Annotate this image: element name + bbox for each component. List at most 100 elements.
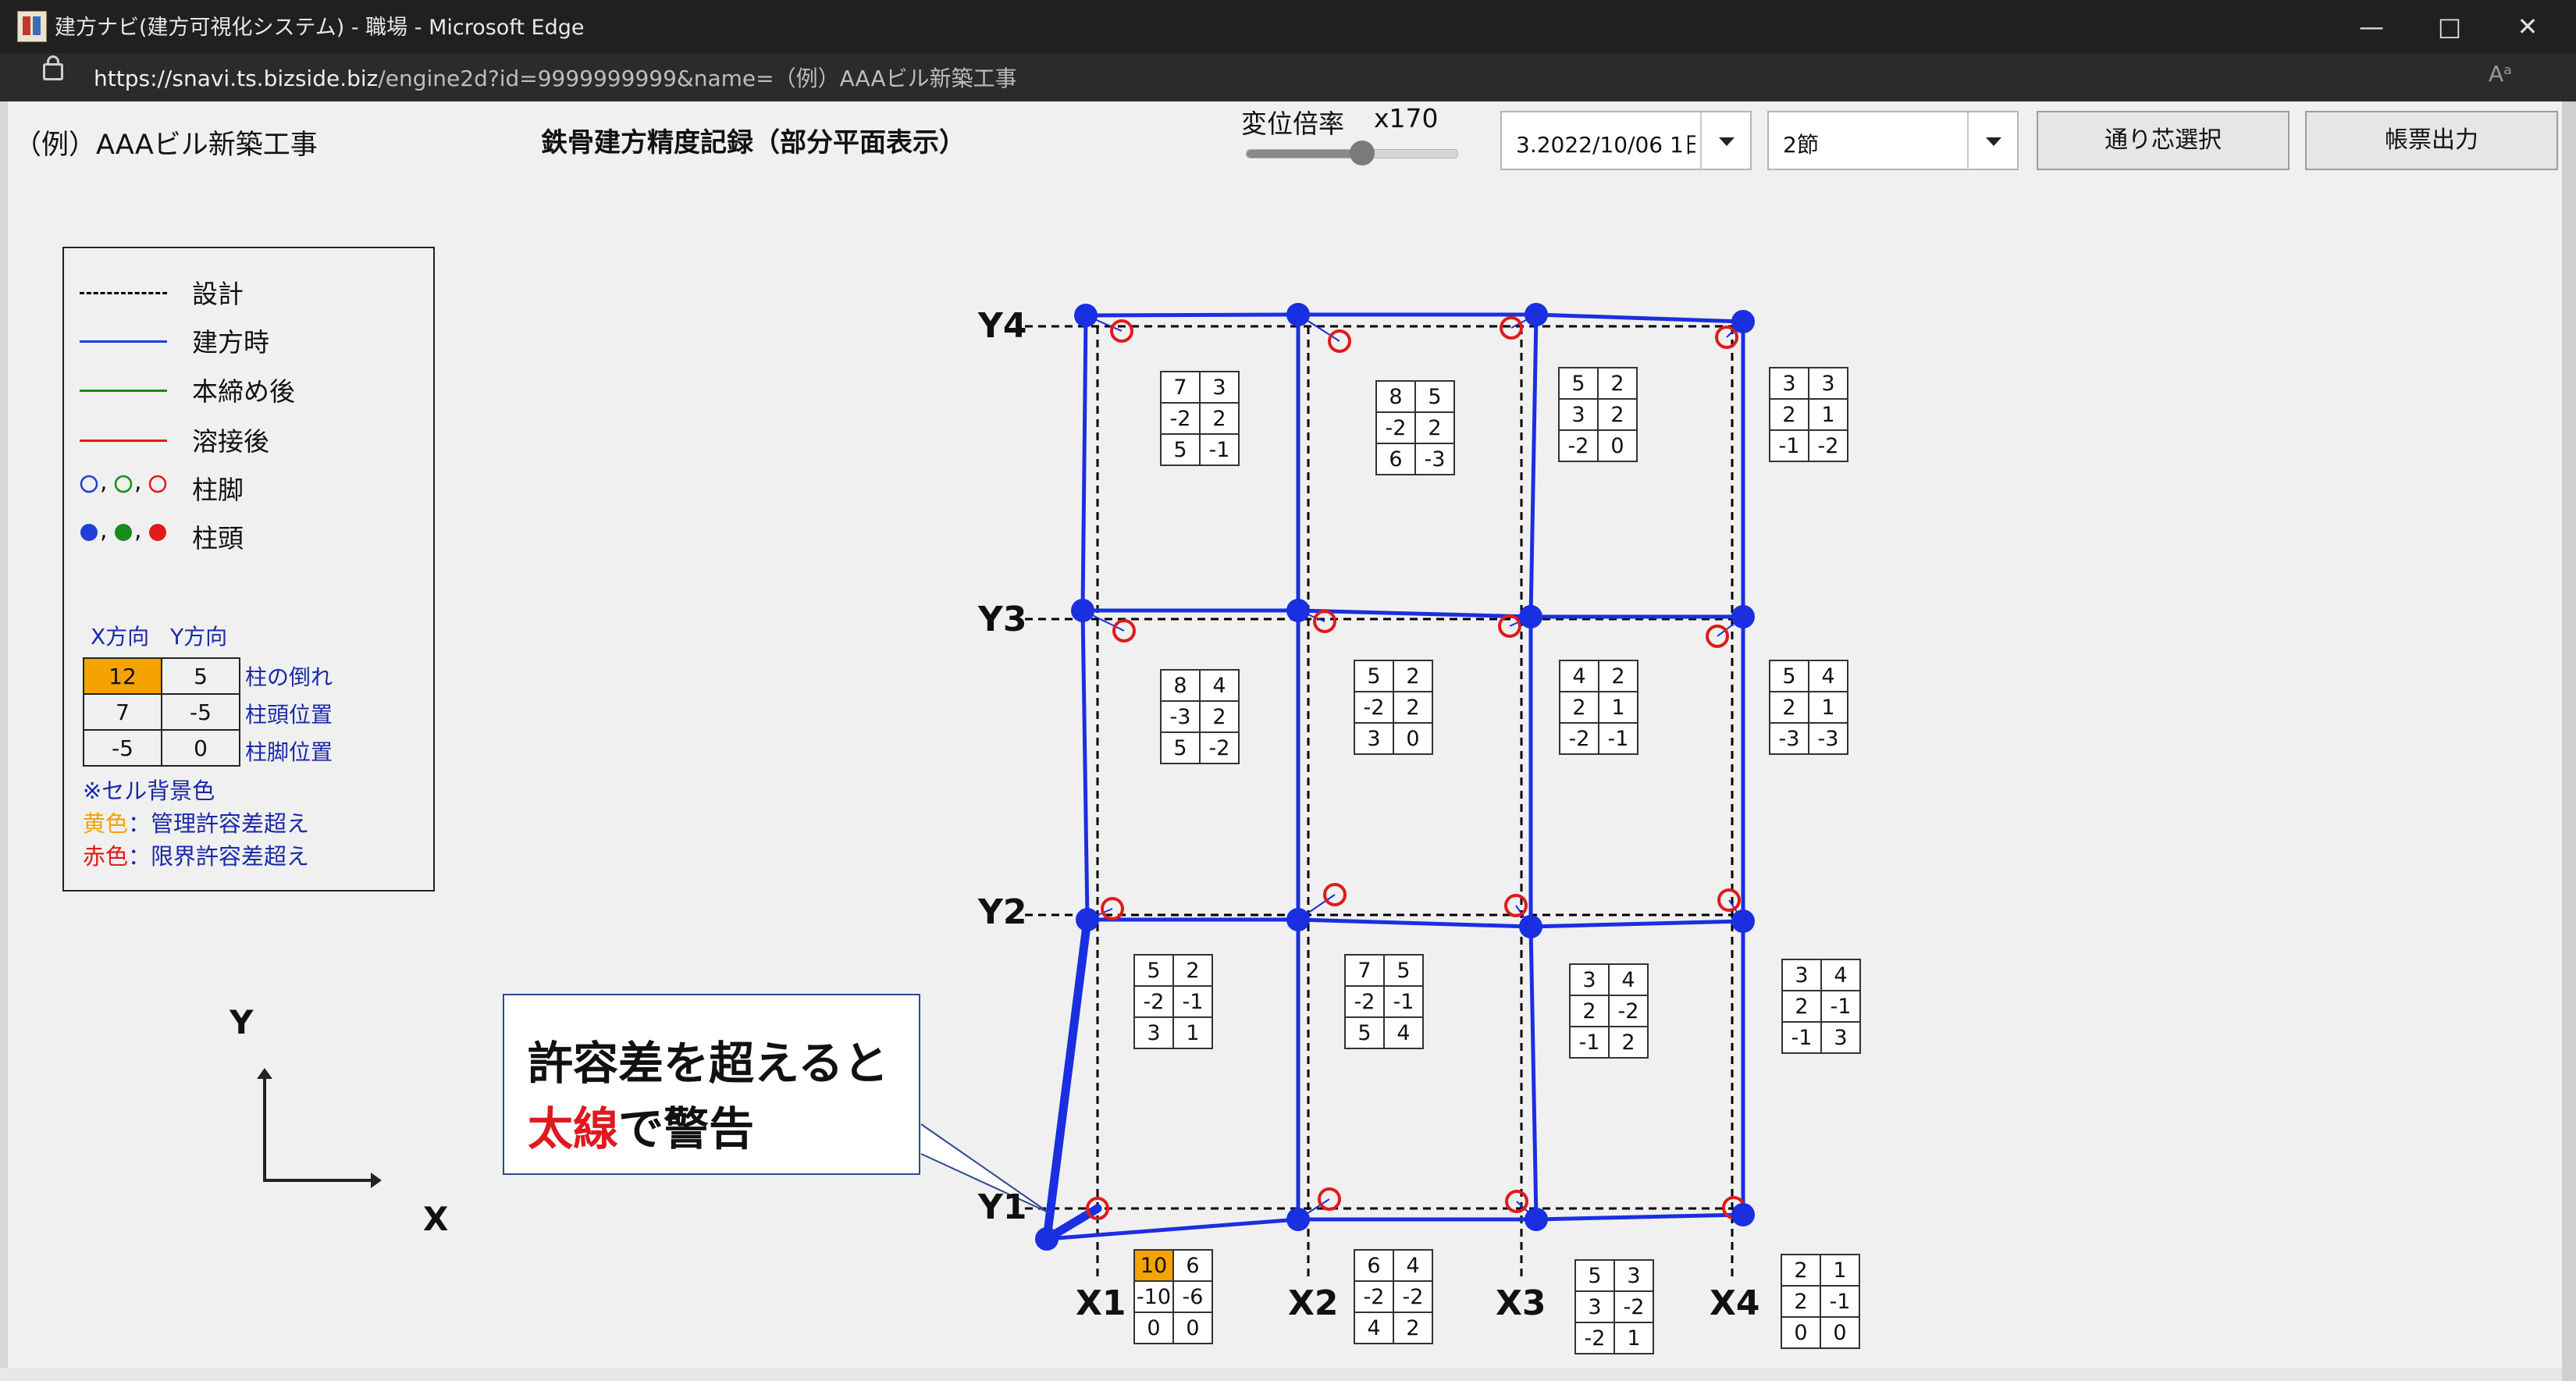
column-value-cell: 2	[1597, 398, 1638, 431]
column-value-cell: 0	[1597, 429, 1638, 462]
column-value-cell: 10	[1133, 1249, 1174, 1282]
column-value-cell: 2	[1769, 691, 1809, 724]
column-value-cell: 2	[1199, 700, 1240, 733]
column-value-cell: -1	[1172, 985, 1213, 1018]
column-value-cell: 4	[1808, 660, 1848, 692]
column-value-cell: 1	[1808, 398, 1848, 431]
column-value-cell: -1	[1383, 985, 1424, 1018]
column-value-cell: 2	[1199, 402, 1240, 435]
column-value-table-x3-y4: 5 2 3 2 -2 0	[1558, 367, 1638, 462]
column-value-cell: 7	[1160, 371, 1201, 404]
column-head-marker	[1519, 915, 1542, 938]
column-value-cell: 3	[1614, 1259, 1654, 1292]
column-value-cell: 5	[1574, 1259, 1615, 1292]
column-value-cell: -2	[1393, 1280, 1433, 1313]
column-value-table-x4-y2: 3 4 2 -1 -1 3	[1781, 959, 1861, 1054]
partial-plan-drawing	[920, 303, 1755, 1280]
column-value-cell: 5	[1769, 660, 1809, 692]
column-value-cell: -1	[1820, 1285, 1860, 1318]
column-head-marker	[1076, 908, 1099, 931]
column-value-cell: -3	[1808, 722, 1848, 755]
column-value-cell: 5	[1558, 367, 1599, 400]
column-value-table-x3-y1: 5 3 3 -2 -2 1	[1574, 1259, 1654, 1354]
column-value-cell: 0	[1820, 1316, 1860, 1349]
column-value-cell: 1	[1614, 1322, 1654, 1354]
column-value-table-x3-y3: 4 2 2 1 -2 -1	[1559, 660, 1638, 755]
column-value-cell: -1	[1769, 429, 1809, 462]
grid-label-y4: Y4	[978, 306, 1027, 346]
column-value-cell: -2	[1160, 402, 1201, 435]
callout-thick-line-word: 太線	[528, 1102, 619, 1155]
column-value-cell: -2	[1354, 691, 1394, 724]
erection-line-x3	[1528, 312, 1539, 1222]
column-value-cell: 8	[1160, 669, 1201, 702]
column-value-cell: 3	[1781, 959, 1822, 991]
column-value-table-x4-y3: 5 4 2 1 -3 -3	[1769, 660, 1848, 755]
grid-label-x4: X4	[1710, 1283, 1760, 1323]
column-value-cell: 5	[1160, 731, 1201, 764]
column-head-marker	[1074, 304, 1098, 327]
column-value-cell: 5	[1133, 954, 1174, 987]
column-value-cell: 2	[1781, 990, 1822, 1023]
column-head-marker	[1731, 1203, 1755, 1226]
grid-label-x1: X1	[1076, 1283, 1126, 1323]
column-value-cell: -2	[1344, 985, 1385, 1018]
column-value-table-x2-y3: 5 2 -2 2 3 0	[1354, 660, 1433, 755]
column-head-marker	[1286, 908, 1310, 931]
column-value-cell: 3	[1133, 1016, 1174, 1049]
warning-line-x1-y1-y2	[1042, 915, 1092, 1244]
erection-line-y4	[1083, 312, 1745, 324]
column-value-cell: 2	[1393, 691, 1433, 724]
column-value-cell: 3	[1808, 367, 1848, 400]
column-value-cell: 5	[1354, 660, 1394, 692]
column-value-cell: 5	[1383, 954, 1424, 987]
column-value-cell: -1	[1820, 990, 1861, 1023]
column-head-marker	[1519, 605, 1542, 628]
column-value-cell: 1	[1808, 691, 1848, 724]
grid-label-y3: Y3	[978, 600, 1027, 639]
column-value-cell: 4	[1199, 669, 1240, 702]
column-value-cell: 3	[1199, 371, 1240, 404]
column-head-marker	[1525, 1208, 1548, 1231]
column-value-cell: -1	[1199, 433, 1240, 466]
column-value-cell: -2	[1574, 1322, 1615, 1354]
callout-warning-text: で警告	[618, 1102, 755, 1155]
column-value-cell: 3	[1574, 1290, 1615, 1323]
column-head-marker	[1731, 605, 1755, 628]
column-value-cell: -1	[1781, 1021, 1822, 1054]
column-head-marker	[1071, 599, 1094, 622]
column-value-cell: -3	[1160, 700, 1201, 733]
column-value-cell: 5	[1414, 380, 1455, 413]
column-value-cell: 4	[1354, 1312, 1394, 1344]
column-value-cell: 0	[1133, 1312, 1174, 1344]
column-head-marker	[1035, 1227, 1059, 1251]
column-value-cell: 6	[1354, 1249, 1394, 1282]
column-value-cell: -10	[1133, 1280, 1174, 1313]
column-value-cell: 3	[1820, 1021, 1861, 1054]
column-value-cell: 1	[1598, 691, 1638, 724]
column-value-table-x3-y2: 3 4 2 -2 -1 2	[1569, 963, 1649, 1059]
column-value-cell: 7	[1344, 954, 1385, 987]
column-value-cell: 6	[1172, 1249, 1213, 1282]
column-value-table-x1-y2: 5 2 -2 -1 3 1	[1133, 954, 1213, 1049]
column-value-table-x2-y2: 7 5 -2 -1 5 4	[1344, 954, 1424, 1049]
column-head-marker	[1286, 1208, 1310, 1231]
column-value-table-x1-y3: 8 4 -3 2 5 -2	[1160, 669, 1240, 764]
column-value-cell: -1	[1569, 1026, 1610, 1059]
column-value-cell: 4	[1393, 1249, 1433, 1282]
column-value-cell: -2	[1559, 722, 1599, 755]
column-value-cell: -2	[1375, 411, 1416, 444]
column-value-cell: -2	[1558, 429, 1599, 462]
column-value-cell: 2	[1569, 995, 1610, 1027]
column-value-cell: 0	[1781, 1316, 1821, 1349]
grid-label-y1: Y1	[978, 1187, 1027, 1227]
column-value-table-x2-y4: 8 5 -2 2 6 -3	[1375, 380, 1455, 475]
warning-thick-lines	[1042, 915, 1102, 1244]
column-value-cell: 8	[1375, 380, 1416, 413]
column-value-cell: 2	[1598, 660, 1638, 692]
column-value-cell: 3	[1558, 398, 1599, 431]
column-value-cell: 0	[1172, 1312, 1213, 1344]
column-value-cell: -2	[1614, 1290, 1654, 1323]
callout-line-2: 太線で警告	[528, 1092, 754, 1158]
column-head-marker	[1286, 599, 1310, 622]
